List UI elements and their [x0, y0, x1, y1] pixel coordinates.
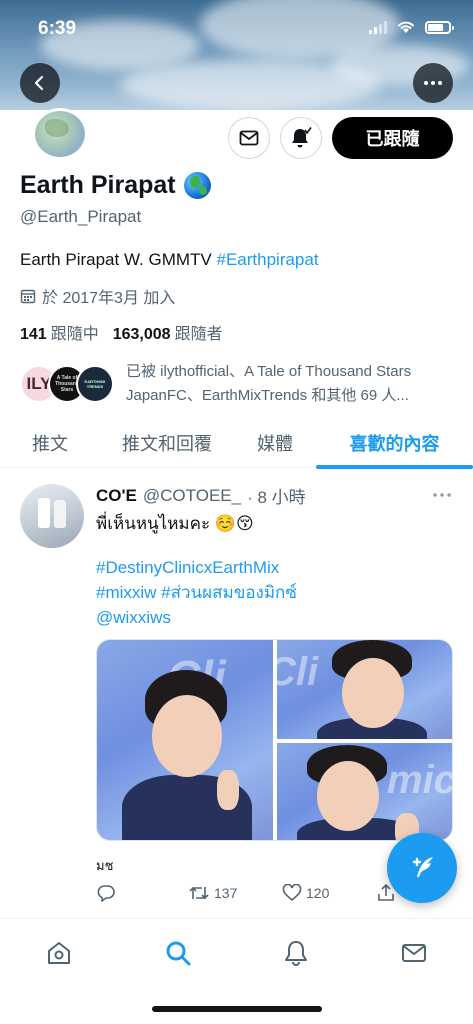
like-count: 120: [306, 885, 330, 901]
compose-icon: [412, 857, 433, 877]
profile-bio: Earth Pirapat W. GMMTV #Earthpirapat: [20, 250, 319, 270]
profile-tabs: 推文 推文和回覆 媒體 喜歡的內容: [0, 418, 473, 469]
message-button[interactable]: [228, 117, 270, 159]
profile-handle: @Earth_Pirapat: [20, 207, 142, 226]
follower-avatar-earthmixtrends: EARTHMIX TRENDS: [76, 365, 114, 403]
notifications-icon: [285, 941, 307, 966]
following-label: 跟隨中: [50, 326, 99, 343]
followed-by-text: 已被 ilythofficial、A Tale of Thousand Star…: [126, 360, 461, 408]
mail-icon: [239, 130, 259, 146]
followers-count-link[interactable]: 163,008 跟隨者: [113, 320, 223, 344]
retweet-button[interactable]: 137: [188, 884, 237, 902]
tab-tweets-replies[interactable]: 推文和回覆: [100, 418, 234, 468]
nav-search[interactable]: [162, 937, 194, 969]
more-button[interactable]: [413, 63, 453, 103]
nav-notifications[interactable]: [280, 937, 312, 969]
tweet-author-avatar[interactable]: [20, 484, 84, 548]
joined-text: 於 2017年3月 加入: [42, 290, 176, 307]
tweet-author-handle: @COTOEE_: [142, 485, 242, 505]
nav-home[interactable]: [43, 937, 75, 969]
retweet-icon: [189, 886, 209, 900]
tweet-time: · 8 小時: [247, 488, 306, 507]
tweet-header: CO'E @COTOEE_ · 8 小時: [96, 483, 306, 508]
tweet-hashtag-link[interactable]: #DestinyClinicxEarthMix: [96, 555, 456, 580]
back-arrow-icon: [34, 75, 44, 91]
tab-media[interactable]: 媒體: [234, 418, 316, 468]
bell-icon: [292, 127, 312, 148]
followers-label: 跟隨者: [174, 326, 223, 343]
tweet-media-caption: มช: [96, 858, 114, 873]
tweet-photo[interactable]: Cli: [277, 640, 452, 739]
tweet-photo[interactable]: mic: [277, 743, 452, 840]
notifications-toggle-button[interactable]: [280, 117, 322, 159]
status-bar: 6:39: [0, 0, 473, 54]
profile-banner[interactable]: 6:39: [0, 0, 473, 110]
followers-count: 163,008: [112, 326, 171, 343]
signal-icon: [369, 20, 387, 34]
retweet-count: 137: [214, 885, 238, 901]
tweet-hashtag-link[interactable]: #mixxiw #ส่วนผสมของมิกซ์: [96, 580, 456, 605]
followed-by-line-2: JapanFC、EarthMixTrends 和其他 69 人...: [126, 387, 409, 404]
tweet-mention-link[interactable]: @wixxiws: [96, 605, 456, 630]
bio-text: Earth Pirapat W. GMMTV: [20, 250, 217, 269]
tweet-photo[interactable]: Cli: [97, 640, 273, 840]
heart-icon: [282, 884, 302, 902]
compose-tweet-button[interactable]: [387, 833, 457, 903]
followed-by-section[interactable]: ILY A Tale of Thousand Stars EARTHMIX TR…: [20, 360, 460, 410]
tweet-author-name[interactable]: CO'E: [96, 486, 137, 506]
tab-likes[interactable]: 喜歡的內容: [316, 418, 473, 469]
status-icons: [369, 20, 454, 34]
globe-emoji-icon: [183, 172, 211, 199]
back-button[interactable]: [20, 63, 60, 103]
profile-name-row: Earth Pirapat: [20, 171, 211, 200]
followed-by-line-1: 已被 ilythofficial、A Tale of Thousand Star…: [126, 363, 412, 380]
wifi-icon: [398, 21, 414, 33]
tweet-actions: 137 120: [96, 879, 396, 907]
following-count-link[interactable]: 141 跟隨中: [20, 320, 99, 344]
like-button[interactable]: 120: [282, 884, 329, 902]
status-time: 6:39: [38, 18, 77, 39]
joined-date: 於 2017年3月 加入: [20, 284, 175, 308]
bio-hashtag-link[interactable]: #Earthpirapat: [217, 250, 319, 269]
tweet-hashtags: #DestinyClinicxEarthMix #mixxiw #ส่วนผสม…: [96, 555, 456, 630]
search-icon: [166, 941, 191, 966]
tweet-text: พี่เห็นหนูไหมคะ ☺️😚: [96, 514, 254, 533]
tweet-media-grid: Cli Cli mic: [96, 639, 453, 841]
profile-avatar[interactable]: [32, 108, 88, 160]
battery-icon: [425, 20, 454, 34]
tweet-more-button[interactable]: [433, 481, 451, 502]
more-icon: [424, 81, 442, 85]
nav-messages[interactable]: [398, 937, 430, 969]
follower-avatar-label: EARTHMIX TRENDS: [84, 379, 106, 389]
profile-name: Earth Pirapat: [20, 171, 176, 199]
home-indicator[interactable]: [152, 1006, 322, 1012]
tab-tweets[interactable]: 推文: [0, 418, 100, 468]
messages-icon: [402, 944, 426, 962]
reply-icon: [97, 885, 115, 902]
follow-counts: 141 跟隨中 163,008 跟隨者: [20, 320, 223, 344]
reply-button[interactable]: [96, 883, 116, 903]
following-button[interactable]: 已跟隨: [332, 117, 453, 159]
more-icon: [433, 493, 451, 497]
calendar-icon: [20, 289, 36, 304]
home-icon: [48, 942, 70, 964]
following-count: 141: [20, 326, 47, 343]
